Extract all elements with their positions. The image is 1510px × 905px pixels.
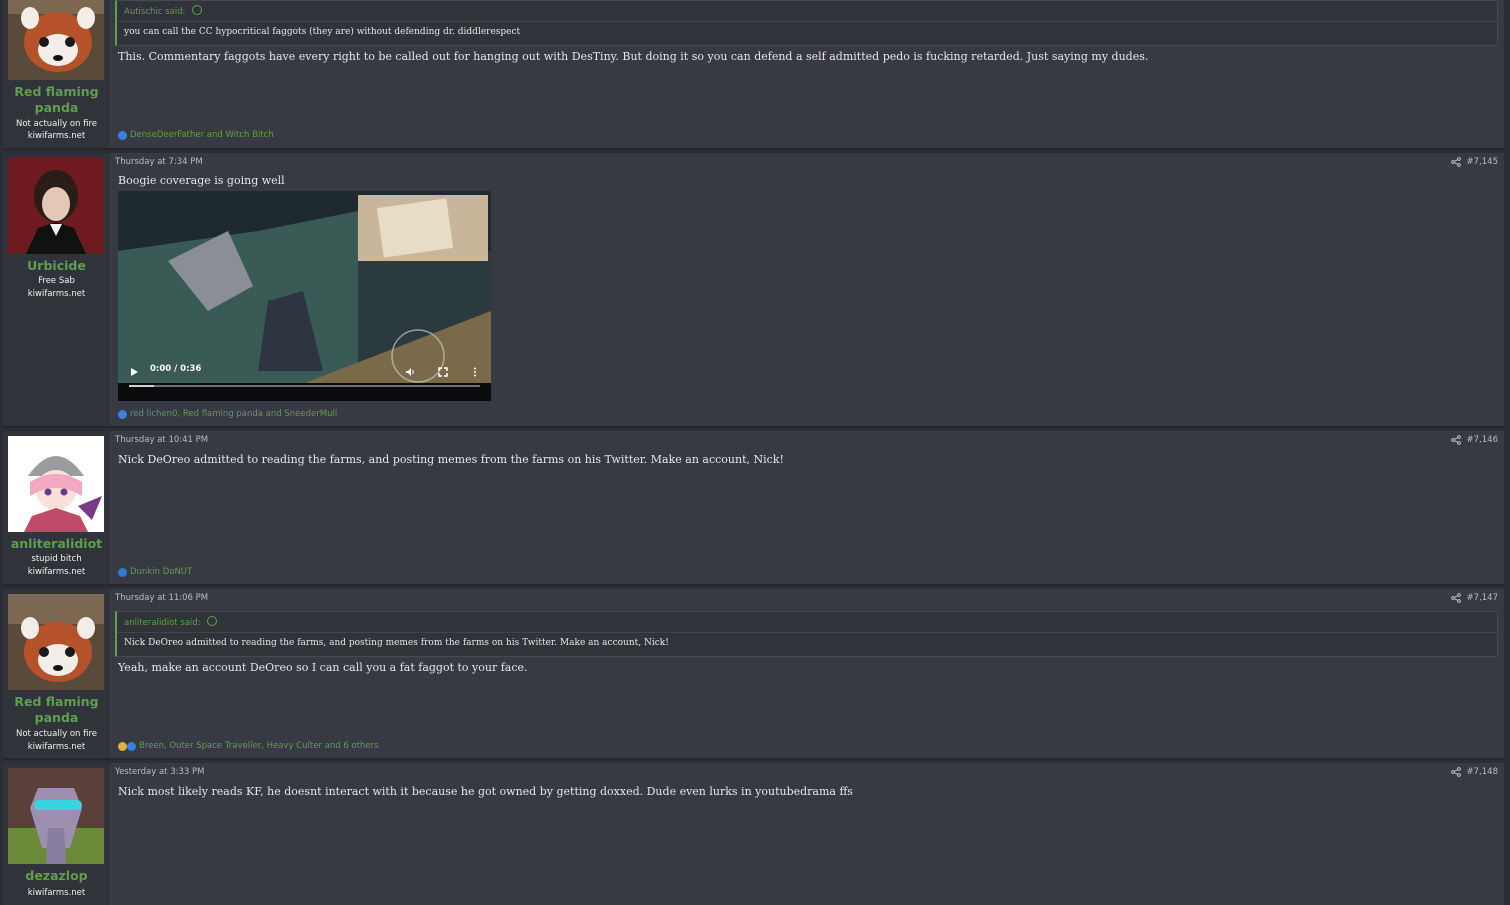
post: Urbicide Free Sab kiwifarms.net Thursday…: [3, 153, 1504, 428]
video-progress-fill: [129, 385, 154, 387]
reactions-text[interactable]: Breen, Outer Space Traveller, Heavy Cult…: [139, 741, 379, 751]
post-message: Nick most likely reads KF, he doesnt int…: [118, 785, 853, 798]
avatar[interactable]: [8, 436, 104, 532]
post-main: Autischic said: you can call the CC hypo…: [115, 0, 1500, 148]
user-banner: kiwifarms.net: [27, 888, 86, 898]
quote-author-text[interactable]: Autischic said:: [124, 7, 185, 17]
quote-author[interactable]: anliteralidiot said:: [117, 612, 1497, 633]
post-number[interactable]: #7,147: [1467, 593, 1498, 603]
user-banner: kiwifarms.net: [27, 289, 86, 299]
user-title: stupid bitch: [31, 554, 82, 564]
reactions-bar[interactable]: Dunkin DoNUT: [118, 567, 192, 577]
video-progress-bar[interactable]: [129, 385, 480, 387]
post-meta-actions: #7,148: [1450, 767, 1498, 777]
username[interactable]: anliteralidiot: [3, 536, 110, 552]
user-title: Free Sab: [38, 276, 75, 286]
reactions-text[interactable]: red lichen0, Red flaming panda and Sneed…: [130, 409, 337, 419]
quote-author[interactable]: Autischic said:: [117, 1, 1497, 22]
play-icon[interactable]: [129, 367, 139, 377]
user-title: Not actually on fire: [15, 729, 98, 739]
reactions-bar[interactable]: DenseDeerFather and Witch Bitch: [118, 130, 274, 140]
post-date[interactable]: Yesterday at 3:33 PM: [115, 767, 204, 777]
post-number[interactable]: #7,145: [1467, 157, 1498, 167]
post-meta-actions: #7,146: [1450, 435, 1498, 445]
share-icon[interactable]: [1450, 593, 1461, 603]
robot-avatar-image: [8, 768, 104, 864]
post-meta-actions: #7,145: [1450, 157, 1498, 167]
post: dezazlop kiwifarms.net Yesterday at 3:33…: [3, 763, 1504, 905]
quote-text: you can call the CC hypocritical faggots…: [124, 27, 521, 37]
share-icon[interactable]: [1450, 767, 1461, 777]
more-options-icon[interactable]: [470, 367, 480, 377]
user-cell: Urbicide Free Sab kiwifarms.net: [3, 153, 110, 426]
post-number[interactable]: #7,146: [1467, 435, 1498, 445]
post-message: Yeah, make an account DeOreo so I can ca…: [118, 661, 528, 674]
winner-reaction-icon: [118, 741, 127, 751]
reactions-text[interactable]: DenseDeerFather and Witch Bitch: [130, 130, 274, 140]
post-number[interactable]: #7,148: [1467, 767, 1498, 777]
like-reaction-icon: [127, 741, 136, 751]
thread-posts: Red flaming panda Not actually on fire k…: [0, 0, 1510, 905]
like-reaction-icon: [118, 130, 127, 140]
jump-to-quote-icon[interactable]: [192, 5, 203, 15]
share-icon[interactable]: [1450, 435, 1461, 445]
urbicide-avatar-image: [8, 158, 104, 254]
user-banner: kiwifarms.net: [27, 131, 86, 141]
user-cell: Red flaming panda Not actually on fire k…: [3, 0, 110, 148]
post-main: Thursday at 7:34 PM #7,145 Boogie covera…: [115, 153, 1500, 426]
jump-to-quote-icon[interactable]: [207, 616, 218, 626]
user-cell: anliteralidiot stupid bitch kiwifarms.ne…: [3, 431, 110, 584]
username[interactable]: Urbicide: [3, 258, 110, 274]
video-controls: 0:00 / 0:36: [118, 353, 491, 401]
post-date[interactable]: Thursday at 7:34 PM: [115, 157, 203, 167]
red-panda-avatar-image: [8, 0, 104, 80]
post-date[interactable]: Thursday at 10:41 PM: [115, 435, 208, 445]
quote-text: Nick DeOreo admitted to reading the farm…: [124, 638, 669, 648]
like-reaction-icon: [118, 409, 127, 419]
video-time: 0:00 / 0:36: [150, 364, 202, 374]
quote-block: anliteralidiot said: Nick DeOreo admitte…: [115, 611, 1498, 657]
post-meta-actions: #7,147: [1450, 593, 1498, 603]
username[interactable]: dezazlop: [3, 868, 110, 884]
fullscreen-icon[interactable]: [438, 367, 448, 377]
video-player[interactable]: 0:00 / 0:36: [118, 191, 491, 401]
user-cell: Red flaming panda Not actually on fire k…: [3, 589, 110, 758]
post-message: Boogie coverage is going well: [118, 174, 285, 187]
user-banner: kiwifarms.net: [27, 567, 86, 577]
post: Red flaming panda Not actually on fire k…: [3, 589, 1504, 760]
post: Red flaming panda Not actually on fire k…: [3, 0, 1504, 150]
share-icon[interactable]: [1450, 157, 1461, 167]
quote-block: Autischic said: you can call the CC hypo…: [115, 0, 1498, 46]
avatar[interactable]: [8, 0, 104, 80]
post-message: This. Commentary faggots have every righ…: [118, 50, 1149, 63]
avatar[interactable]: [8, 594, 104, 690]
red-panda-avatar-image: [8, 594, 104, 690]
post-main: Yesterday at 3:33 PM #7,148 Nick most li…: [115, 763, 1500, 905]
reactions-bar[interactable]: red lichen0, Red flaming panda and Sneed…: [118, 409, 337, 419]
quote-author-text[interactable]: anliteralidiot said:: [124, 618, 201, 628]
post: anliteralidiot stupid bitch kiwifarms.ne…: [3, 431, 1504, 586]
post-date[interactable]: Thursday at 11:06 PM: [115, 593, 208, 603]
reactions-bar[interactable]: Breen, Outer Space Traveller, Heavy Cult…: [118, 741, 379, 751]
post-main: Thursday at 10:41 PM #7,146 Nick DeOreo …: [115, 431, 1500, 584]
avatar[interactable]: [8, 768, 104, 864]
username[interactable]: Red flaming panda: [3, 84, 110, 116]
informative-reaction-icon: [118, 567, 127, 577]
user-cell: dezazlop kiwifarms.net: [3, 763, 110, 905]
reactions-text[interactable]: Dunkin DoNUT: [130, 567, 192, 577]
avatar[interactable]: [8, 158, 104, 254]
user-title: Not actually on fire: [15, 119, 98, 129]
user-banner: kiwifarms.net: [27, 742, 86, 752]
username[interactable]: Red flaming panda: [3, 694, 110, 726]
post-message: Nick DeOreo admitted to reading the farm…: [118, 453, 784, 466]
volume-icon[interactable]: [405, 367, 415, 377]
post-main: Thursday at 11:06 PM #7,147 anliteralidi…: [115, 589, 1500, 758]
anime-girl-avatar-image: [8, 436, 104, 532]
